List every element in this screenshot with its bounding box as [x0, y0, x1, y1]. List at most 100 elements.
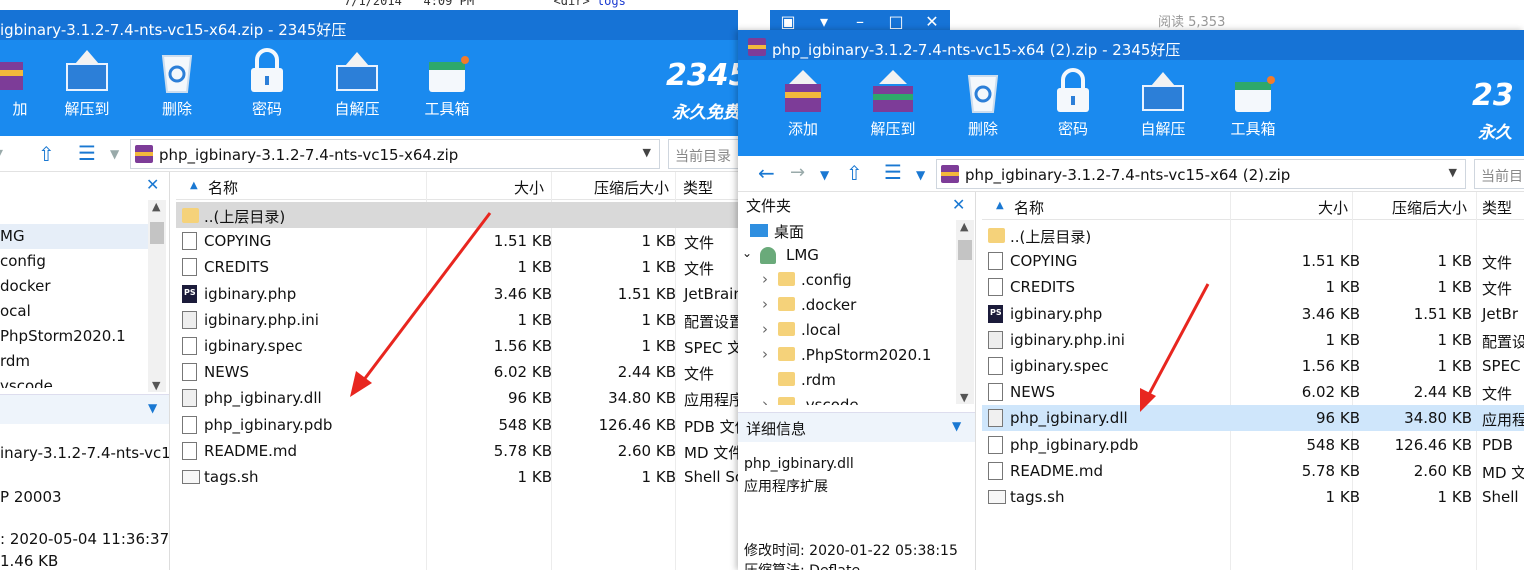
file-row[interactable]: php_igbinary.pdb 548 KB 126.46 KB PDB: [982, 432, 1524, 458]
file-row[interactable]: ..(上层目录): [176, 202, 738, 228]
left-tree-item-6[interactable]: vscode: [0, 374, 151, 388]
left-view-dropdown-icon[interactable]: ▼: [110, 144, 119, 164]
file-row[interactable]: igbinary.spec 1.56 KB 1 KB SPEC: [982, 353, 1524, 379]
right-search-input[interactable]: 当前目: [1474, 159, 1524, 189]
left-brand-sub: 永久免费: [672, 103, 738, 123]
file-row[interactable]: COPYING 1.51 KB 1 KB 文件: [176, 228, 738, 254]
history-dropdown-icon[interactable]: ▼: [820, 165, 829, 185]
left-tree-item-2[interactable]: docker: [0, 274, 151, 299]
right-window-title: php_igbinary-3.1.2-7.4-nts-vc15-x64 (2).…: [772, 41, 1181, 59]
tree-item-vscode[interactable]: › .vscode: [738, 393, 957, 405]
left-details-header[interactable]: ▼: [0, 394, 169, 424]
collapse-chevron-icon[interactable]: ›: [762, 345, 768, 363]
left-add-button[interactable]: 加: [0, 48, 40, 119]
file-row[interactable]: php_igbinary.pdb 548 KB 126.46 KB PDB 文件: [176, 412, 738, 438]
view-dropdown-icon[interactable]: ▼: [916, 165, 925, 185]
right-password-button[interactable]: 密码: [1038, 68, 1108, 139]
file-row[interactable]: php_igbinary.dll 96 KB 34.80 KB 应用程序: [176, 385, 738, 411]
left-up-folder-icon[interactable]: ⇧: [38, 144, 55, 164]
recycle-bin-icon: [959, 68, 1007, 114]
left-tree-scrollbar[interactable]: ▲ ▼: [148, 200, 166, 392]
left-col-size[interactable]: 大小: [514, 177, 544, 198]
back-arrow-icon[interactable]: ←: [758, 163, 775, 183]
file-row[interactable]: igbinary.spec 1.56 KB 1 KB SPEC 文: [176, 333, 738, 359]
left-folder-close-icon[interactable]: ✕: [146, 175, 159, 194]
file-packed: 2.60 KB: [617, 441, 676, 460]
left-col-type[interactable]: 类型: [683, 177, 713, 198]
left-extract-button[interactable]: 解压到: [52, 48, 122, 119]
right-add-button[interactable]: 添加: [768, 68, 838, 139]
scroll-up-icon[interactable]: ▲: [152, 200, 160, 213]
right-delete-button[interactable]: 删除: [948, 68, 1018, 139]
tree-item-config[interactable]: › .config: [738, 268, 957, 293]
scroll-down-icon[interactable]: ▼: [152, 379, 160, 392]
right-col-packed[interactable]: 压缩后大小: [1392, 197, 1467, 218]
left-tree-scroll-thumb[interactable]: [150, 222, 164, 244]
right-col-size[interactable]: 大小: [1318, 197, 1348, 218]
file-row[interactable]: NEWS 6.02 KB 2.44 KB 文件: [982, 379, 1524, 405]
file-row[interactable]: CREDITS 1 KB 1 KB 文件: [982, 274, 1524, 300]
collapse-chevron-icon[interactable]: ›: [762, 320, 768, 338]
right-details-collapse-icon[interactable]: ▼: [952, 419, 961, 433]
file-row[interactable]: README.md 5.78 KB 2.60 KB MD 文件: [176, 438, 738, 464]
right-col-type[interactable]: 类型: [1482, 197, 1512, 218]
file-row[interactable]: README.md 5.78 KB 2.60 KB MD 文: [982, 458, 1524, 484]
left-tree-item-5[interactable]: rdm: [0, 349, 151, 374]
tree-item-local[interactable]: › .local: [738, 318, 957, 343]
forward-arrow-icon[interactable]: →: [790, 163, 805, 183]
right-selfextract-button[interactable]: 自解压: [1128, 68, 1198, 139]
left-forward-icon[interactable]: ▾: [0, 144, 3, 164]
expand-icon[interactable]: ⌄: [742, 246, 752, 260]
listing-name[interactable]: logs: [597, 0, 626, 8]
right-tree-scrollbar[interactable]: ▲ ▼: [956, 220, 974, 404]
right-tree-scroll-thumb[interactable]: [958, 240, 972, 260]
up-folder-icon[interactable]: ⇧: [846, 163, 863, 183]
tree-item-phpstorm[interactable]: › .PhpStorm2020.1: [738, 343, 957, 368]
file-row[interactable]: php_igbinary.dll 96 KB 34.80 KB 应用程: [982, 405, 1524, 432]
file-row[interactable]: tags.sh 1 KB 1 KB Shell: [982, 484, 1524, 510]
file-row[interactable]: tags.sh 1 KB 1 KB Shell Sc: [176, 464, 738, 490]
scroll-up-icon[interactable]: ▲: [960, 220, 968, 233]
scroll-down-icon[interactable]: ▼: [960, 391, 968, 404]
collapse-chevron-icon[interactable]: ›: [762, 395, 768, 405]
left-password-button[interactable]: 密码: [232, 48, 302, 119]
tree-item-rdm[interactable]: .rdm: [738, 368, 957, 393]
right-navbar: ← → ▼ ⇧ ☰ ▼ php_igbinary-3.1.2-7.4-nts-v…: [738, 156, 1524, 192]
tree-item-lmg[interactable]: ⌄ LMG: [738, 243, 957, 268]
collapse-chevron-icon[interactable]: ›: [762, 270, 768, 288]
file-row[interactable]: CREDITS 1 KB 1 KB 文件: [176, 254, 738, 280]
file-row[interactable]: igbinary.php.ini 1 KB 1 KB 配置设: [982, 327, 1524, 353]
right-details-header[interactable]: 详细信息 ▼: [738, 412, 975, 442]
left-details-collapse-icon[interactable]: ▼: [148, 401, 157, 415]
file-row[interactable]: NEWS 6.02 KB 2.44 KB 文件: [176, 359, 738, 385]
left-selfextract-button[interactable]: 自解压: [322, 48, 392, 119]
left-view-icon[interactable]: ☰: [78, 143, 96, 163]
left-toolbox-button[interactable]: 工具箱: [412, 48, 482, 119]
right-path-dropdown-icon[interactable]: ▼: [1449, 166, 1457, 179]
left-delete-button[interactable]: 删除: [142, 48, 212, 119]
left-search-input[interactable]: 当前目录: [668, 139, 738, 169]
tree-item-docker[interactable]: › .docker: [738, 293, 957, 318]
left-tree-item-0[interactable]: MG: [0, 224, 151, 249]
left-tree-item-4[interactable]: PhpStorm2020.1: [0, 324, 151, 349]
file-row[interactable]: igbinary.php 3.46 KB 1.51 KB JetBrain: [176, 281, 738, 307]
file-row[interactable]: COPYING 1.51 KB 1 KB 文件: [982, 248, 1524, 274]
left-tree-item-1[interactable]: config: [0, 249, 151, 274]
right-col-name[interactable]: 名称: [1014, 197, 1044, 218]
left-col-name[interactable]: 名称: [208, 177, 238, 198]
view-mode-icon[interactable]: ☰: [884, 162, 902, 182]
right-toolbox-button[interactable]: 工具箱: [1218, 68, 1288, 139]
tree-item-desktop[interactable]: 桌面: [738, 218, 957, 243]
left-path-box[interactable]: php_igbinary-3.1.2-7.4-nts-vc15-x64.zip …: [130, 139, 660, 169]
file-row[interactable]: igbinary.php 3.46 KB 1.51 KB JetBr: [982, 301, 1524, 327]
left-path-dropdown-icon[interactable]: ▼: [643, 146, 651, 159]
right-path-box[interactable]: php_igbinary-3.1.2-7.4-nts-vc15-x64 (2).…: [936, 159, 1466, 189]
right-folder-close-icon[interactable]: ✕: [952, 195, 965, 214]
self-extract-icon: [333, 48, 381, 94]
collapse-chevron-icon[interactable]: ›: [762, 295, 768, 313]
file-row[interactable]: ..(上层目录): [982, 222, 1524, 248]
left-col-packed[interactable]: 压缩后大小: [594, 177, 669, 198]
left-tree-item-3[interactable]: ocal: [0, 299, 151, 324]
file-row[interactable]: igbinary.php.ini 1 KB 1 KB 配置设置: [176, 307, 738, 333]
right-extract-button[interactable]: 解压到: [858, 68, 928, 139]
